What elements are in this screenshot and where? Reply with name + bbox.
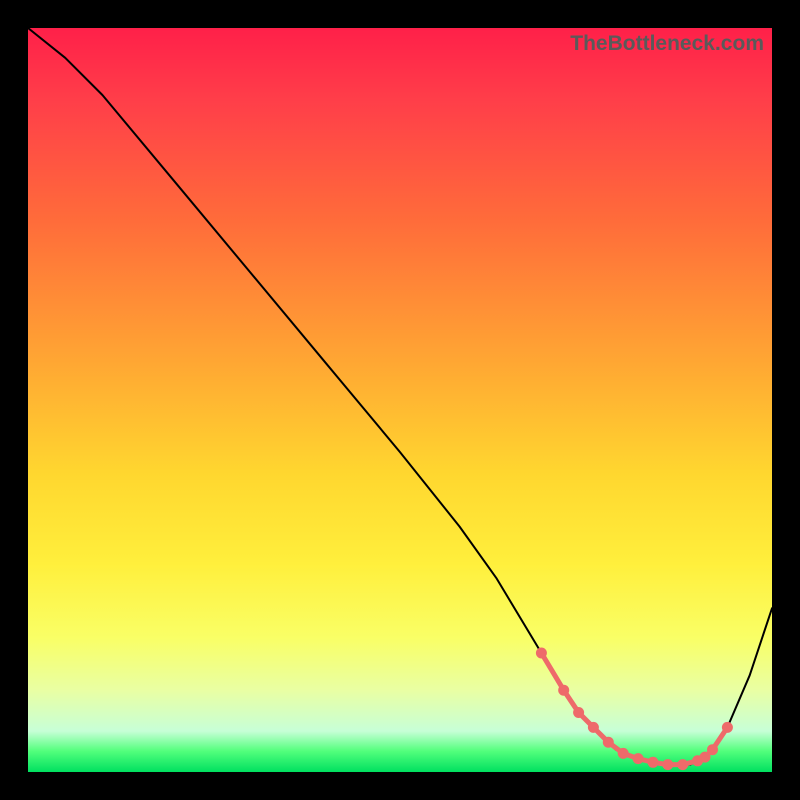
marker-dot (648, 757, 659, 768)
marker-dot (536, 648, 547, 659)
marker-dot (603, 737, 614, 748)
marker-dot (573, 707, 584, 718)
marker-group (536, 648, 733, 771)
marker-dot (662, 759, 673, 770)
marker-dot (558, 685, 569, 696)
marker-connector (541, 653, 727, 765)
bottleneck-curve-path (28, 28, 772, 765)
marker-dot (677, 759, 688, 770)
marker-dot (722, 722, 733, 733)
marker-dot (618, 748, 629, 759)
marker-dot (633, 753, 644, 764)
chart-frame: TheBottleneck.com (28, 28, 772, 772)
marker-dot (588, 722, 599, 733)
marker-dot (707, 744, 718, 755)
bottleneck-chart (28, 28, 772, 772)
